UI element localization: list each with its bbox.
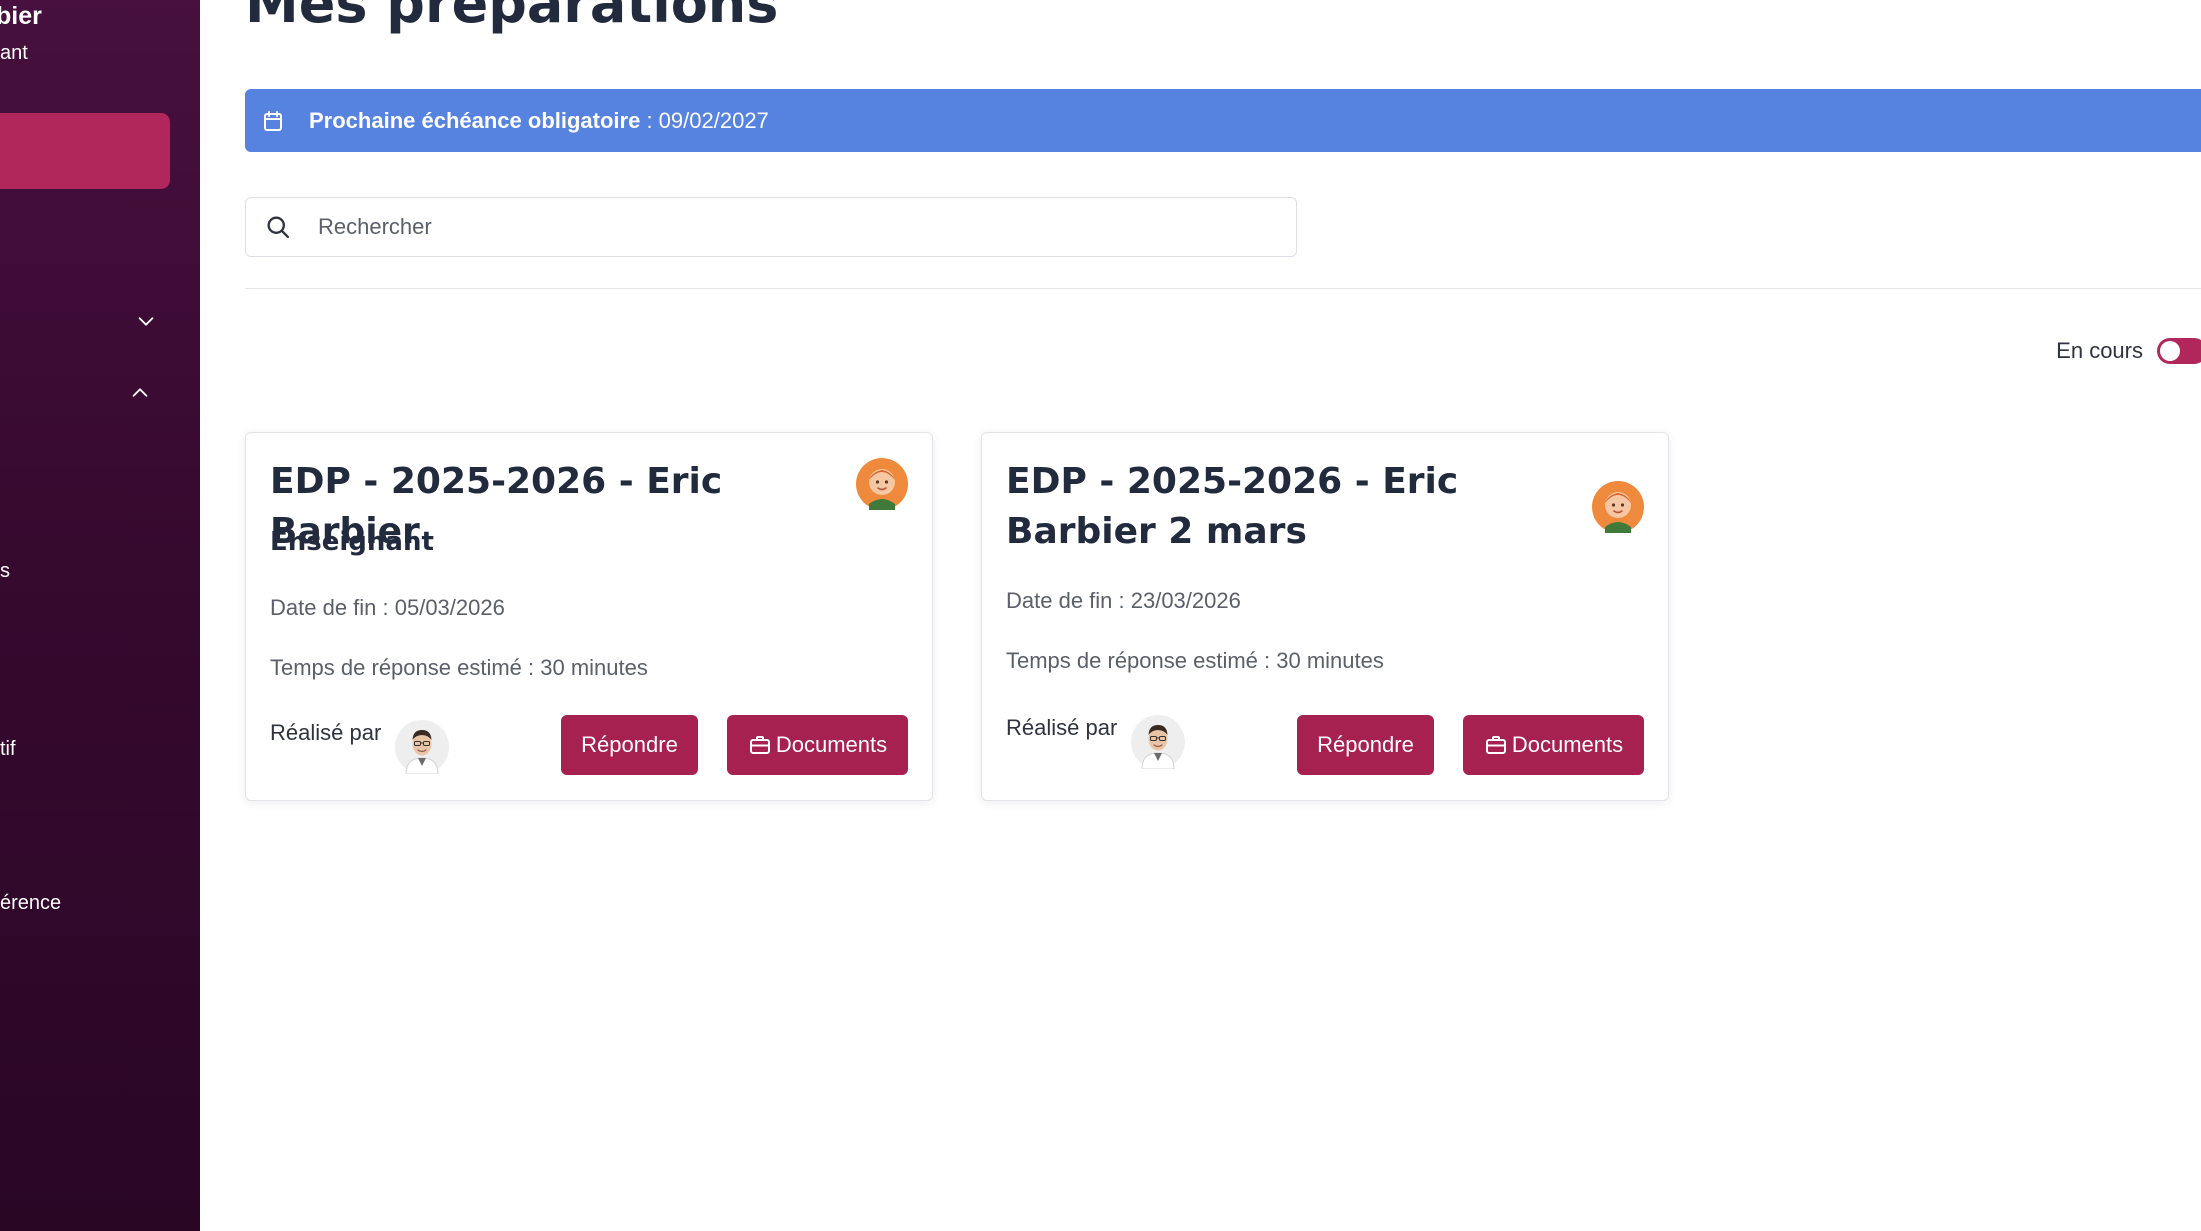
estimated-time: Temps de réponse estimé : 30 minutes	[1006, 648, 1384, 673]
done-by: Réalisé par	[270, 718, 450, 775]
search-icon	[264, 213, 292, 241]
filter-label: En cours	[2056, 338, 2143, 363]
sidebar-item-label[interactable]: érence	[0, 892, 61, 915]
estimated-time: Temps de réponse estimé : 30 minutes	[270, 655, 648, 680]
preparation-card: EDP - 2025-2026 - Eric Barbier 2 mars Da…	[981, 432, 1669, 801]
deadline-banner: Prochaine échéance obligatoire : 09/02/2…	[245, 89, 2201, 152]
user-avatar	[395, 720, 450, 775]
respond-button[interactable]: Répondre	[561, 715, 698, 775]
sidebar: bier ant s tif érence	[0, 0, 200, 1231]
documents-label: Documents	[775, 732, 888, 757]
done-by-label: Réalisé par	[270, 720, 382, 745]
page-title: Mes préparations	[245, 0, 779, 35]
deadline-value: : 09/02/2027	[640, 107, 769, 133]
calendar-icon	[261, 109, 285, 133]
documents-button[interactable]: Documents	[1463, 715, 1644, 775]
card-title: EDP - 2025-2026 - Eric Barbier 2 mars	[1006, 461, 1459, 552]
divider	[245, 288, 2201, 289]
owner-avatar	[1592, 481, 1644, 533]
documents-label: Documents	[1511, 732, 1624, 757]
toggle-knob	[2160, 341, 2180, 361]
search-input[interactable]	[316, 213, 1220, 241]
search-box[interactable]	[245, 197, 1297, 257]
sidebar-item-label[interactable]: s	[0, 560, 10, 583]
status-filter: En cours	[2056, 338, 2201, 364]
user-avatar	[1131, 715, 1186, 770]
sidebar-user-name: bier	[0, 2, 42, 30]
card-subtitle: Enseignant	[270, 527, 434, 557]
deadline-label: Prochaine échéance obligatoire	[309, 107, 641, 133]
sidebar-item-active[interactable]	[0, 113, 170, 189]
end-date: Date de fin : 23/03/2026	[1006, 588, 1241, 613]
documents-button[interactable]: Documents	[727, 715, 908, 775]
done-by-label: Réalisé par	[1006, 715, 1118, 740]
sidebar-user-role: ant	[0, 42, 28, 64]
deadline-text: Prochaine échéance obligatoire : 09/02/2…	[309, 108, 769, 134]
end-date: Date de fin : 05/03/2026	[270, 595, 505, 620]
owner-avatar	[856, 458, 908, 510]
en-cours-toggle[interactable]	[2157, 338, 2201, 364]
preparation-card: EDP - 2025-2026 - Eric Barbier Enseignan…	[245, 432, 933, 801]
chevron-up-icon[interactable]	[129, 382, 151, 404]
briefcase-icon	[1484, 733, 1508, 757]
respond-button[interactable]: Répondre	[1297, 715, 1434, 775]
done-by: Réalisé par	[1006, 713, 1186, 770]
chevron-down-icon[interactable]	[135, 310, 157, 332]
briefcase-icon	[748, 733, 772, 757]
sidebar-item-label[interactable]: tif	[0, 738, 16, 761]
